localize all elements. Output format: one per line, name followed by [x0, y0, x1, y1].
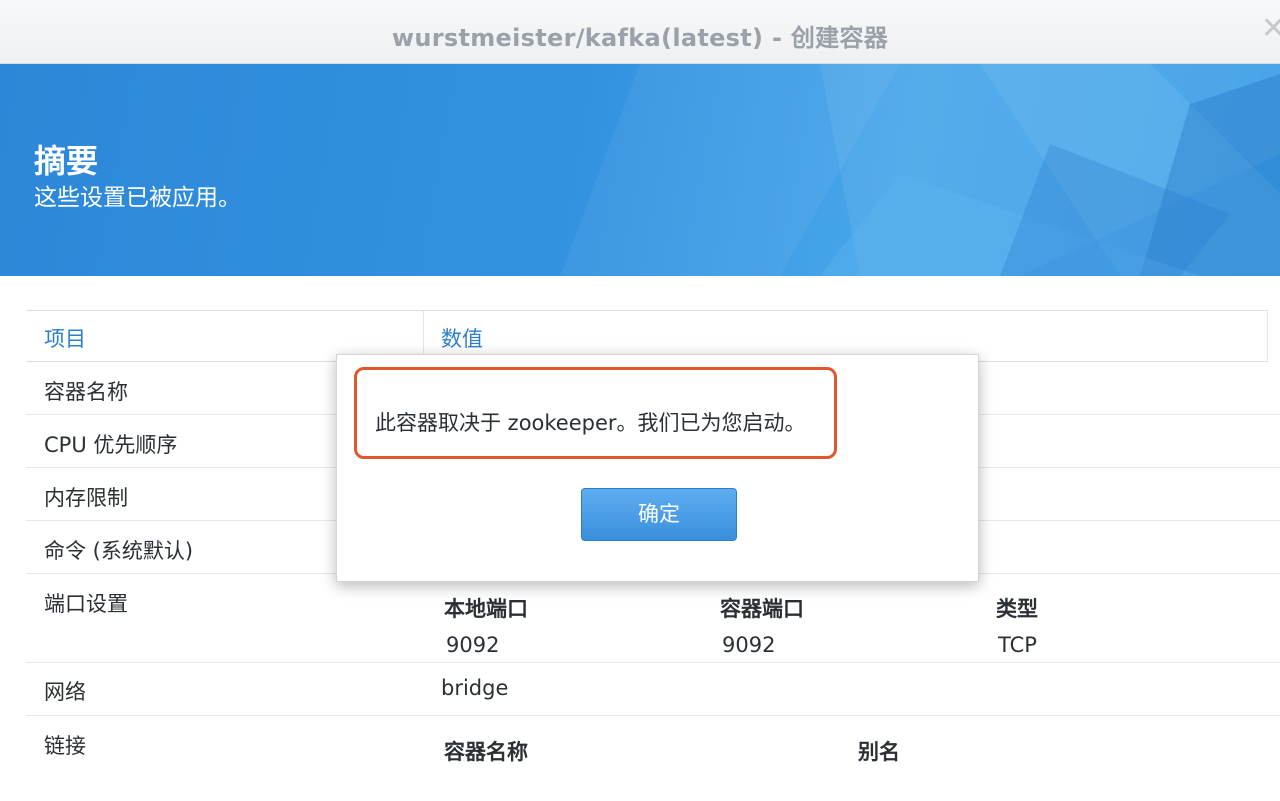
row-label-memory-limit: 内存限制: [44, 486, 128, 510]
column-header-value[interactable]: 数值: [441, 323, 483, 353]
close-icon[interactable]: ✕: [1261, 14, 1280, 44]
port-container-header: 容器端口: [720, 597, 804, 621]
dialog-message: 此容器取决于 zookeeper。我们已为您启动。: [375, 411, 806, 435]
row-label-command: 命令 (系统默认): [44, 539, 194, 563]
port-type-value: TCP: [998, 633, 1037, 657]
row-label-network: 网络: [44, 680, 86, 704]
port-local-value: 9092: [446, 633, 500, 657]
row-label-container-name: 容器名称: [44, 380, 128, 404]
banner-background-graphic: [560, 64, 1280, 276]
table-row: 端口设置 本地端口 容器端口 类型 9092 9092 TCP: [26, 574, 1280, 663]
links-container-name-header: 容器名称: [444, 740, 528, 764]
port-local-header: 本地端口: [444, 597, 528, 621]
network-value: bridge: [441, 676, 509, 700]
row-label-links: 链接: [44, 734, 86, 758]
table-row: 链接 容器名称 别名: [26, 716, 1280, 801]
row-label-port-settings: 端口设置: [44, 592, 128, 616]
window-titlebar: wurstmeister/kafka(latest) - 创建容器 ✕: [0, 0, 1280, 64]
links-alias-header: 别名: [858, 740, 900, 764]
summary-subheading: 这些设置已被应用。: [34, 185, 241, 211]
summary-heading: 摘要: [34, 142, 99, 180]
ok-button[interactable]: 确定: [581, 488, 737, 541]
column-header-item[interactable]: 项目: [44, 323, 86, 353]
row-label-cpu-priority: CPU 优先顺序: [44, 433, 178, 457]
dependency-dialog: 此容器取决于 zookeeper。我们已为您启动。 确定: [336, 354, 979, 582]
port-container-value: 9092: [722, 633, 776, 657]
window-title: wurstmeister/kafka(latest) - 创建容器: [391, 24, 889, 52]
table-row: 网络 bridge: [26, 663, 1280, 716]
port-type-header: 类型: [996, 597, 1038, 621]
summary-banner: 摘要 这些设置已被应用。: [0, 64, 1280, 276]
